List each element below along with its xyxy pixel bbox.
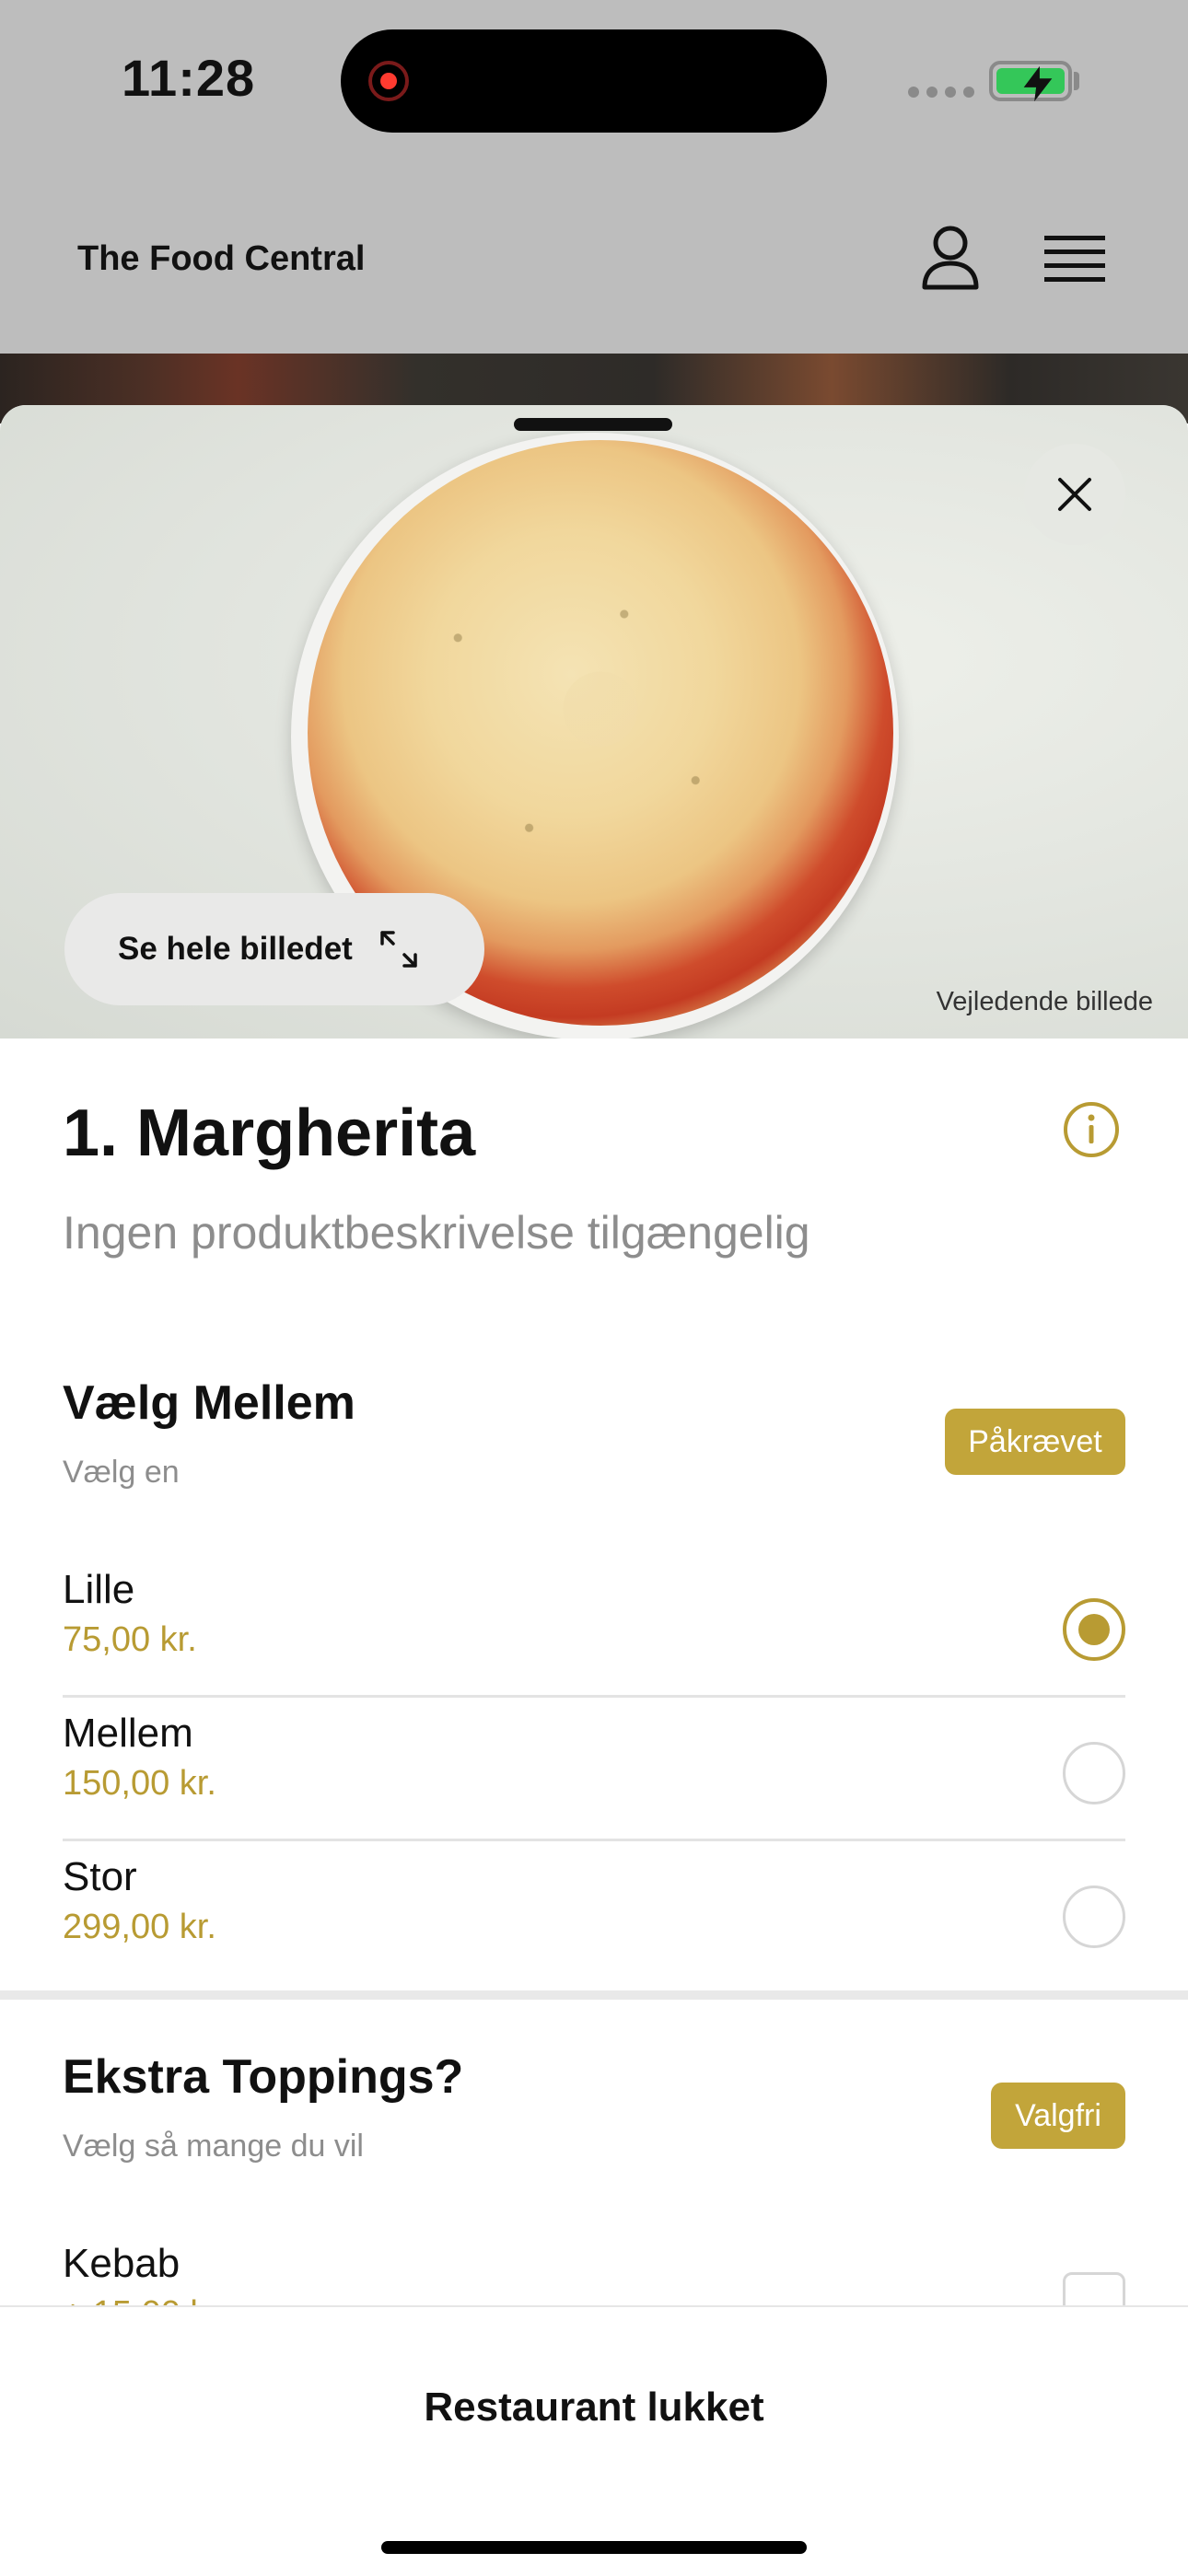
product-title: 1. Margherita bbox=[63, 1097, 476, 1170]
size-option-mellem[interactable]: Mellem 150,00 kr. bbox=[63, 1698, 1125, 1841]
record-icon bbox=[368, 61, 409, 101]
size-option-lille[interactable]: Lille 75,00 kr. bbox=[63, 1554, 1125, 1698]
close-button[interactable] bbox=[1024, 444, 1125, 545]
option-name: Kebab bbox=[63, 2241, 181, 2286]
status-time: 11:28 bbox=[122, 49, 256, 107]
section-divider bbox=[0, 1990, 1188, 2000]
radio-button[interactable] bbox=[1063, 1886, 1125, 1948]
signal-icon bbox=[908, 87, 974, 98]
product-sheet: Se hele billedet Vejledende billede 1. M… bbox=[0, 405, 1188, 2574]
size-group-subtitle: Vælg en bbox=[63, 1455, 180, 1490]
option-name: Stor bbox=[63, 1854, 137, 1899]
menu-icon[interactable] bbox=[1044, 234, 1105, 290]
option-price: 150,00 kr. bbox=[63, 1764, 216, 1803]
see-full-image-button[interactable]: Se hele billedet bbox=[64, 893, 484, 1005]
app-title: The Food Central bbox=[77, 239, 366, 278]
see-full-image-label: Se hele billedet bbox=[118, 931, 353, 967]
dynamic-island bbox=[341, 29, 827, 133]
radio-button[interactable] bbox=[1063, 1742, 1125, 1804]
info-icon[interactable] bbox=[1063, 1101, 1120, 1163]
home-indicator[interactable] bbox=[381, 2541, 807, 2554]
option-name: Mellem bbox=[63, 1711, 193, 1756]
user-icon[interactable] bbox=[921, 225, 980, 296]
footer-bar: Restaurant lukket bbox=[0, 2305, 1188, 2576]
size-option-stor[interactable]: Stor 299,00 kr. bbox=[63, 1841, 1125, 1985]
product-description: Ingen produktbeskrivelse tilgængelig bbox=[63, 1207, 810, 1259]
image-disclaimer: Vejledende billede bbox=[936, 987, 1153, 1016]
toppings-group-subtitle: Vælg så mange du vil bbox=[63, 2129, 364, 2164]
option-price: 75,00 kr. bbox=[63, 1620, 197, 1659]
size-group-title: Vælg Mellem bbox=[63, 1376, 355, 1430]
optional-badge: Valgfri bbox=[991, 2083, 1125, 2149]
background-app: 11:28 The Food Central bbox=[0, 0, 1188, 424]
toppings-group-title: Ekstra Toppings? bbox=[63, 2050, 464, 2104]
expand-icon bbox=[380, 931, 417, 968]
radio-button[interactable] bbox=[1063, 1598, 1125, 1661]
sheet-grabber[interactable] bbox=[514, 418, 672, 431]
restaurant-closed-label: Restaurant lukket bbox=[424, 2385, 764, 2430]
battery-icon bbox=[989, 61, 1072, 102]
option-price: 299,00 kr. bbox=[63, 1908, 216, 1946]
option-name: Lille bbox=[63, 1567, 135, 1612]
required-badge: Påkrævet bbox=[945, 1409, 1125, 1475]
close-icon bbox=[1058, 478, 1091, 511]
battery-tip bbox=[1074, 72, 1079, 90]
